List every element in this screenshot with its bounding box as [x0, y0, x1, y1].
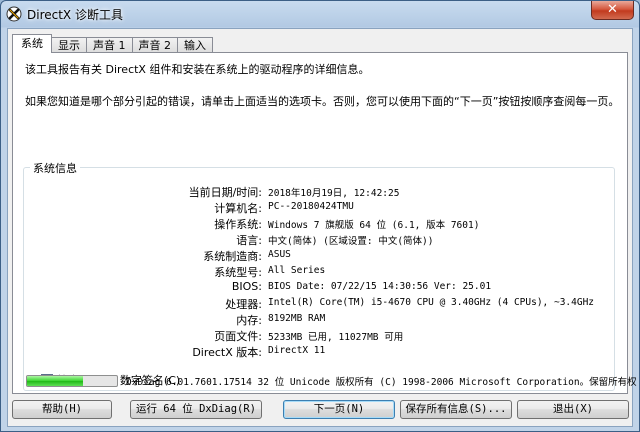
save-all-info-button[interactable]: 保存所有信息(S)... [400, 400, 512, 419]
info-row-computer-name: 计算机名: PC--20180424TMU [24, 200, 614, 216]
info-value: PC--20180424TMU [268, 201, 354, 212]
info-value: ASUS [268, 249, 291, 260]
client-area: 系统 显示 声音 1 声音 2 输入 该工具报告有关 DirectX 组件和安装… [7, 28, 637, 427]
info-row-os: 操作系统: Windows 7 旗舰版 64 位 (6.1, 版本 7601) [24, 216, 614, 232]
tab-system[interactable]: 系统 [12, 34, 52, 53]
info-value: All Series [268, 265, 326, 276]
help-button[interactable]: 帮助(H) [12, 400, 112, 419]
dxdiag-window: DirectX 诊断工具 ✕ 系统 显示 声音 1 声音 2 输入 该工具报告有… [0, 0, 640, 432]
close-button[interactable]: ✕ [591, 1, 634, 20]
info-label: 语言: [236, 234, 262, 247]
info-value: Windows 7 旗舰版 64 位 (6.1, 版本 7601) [268, 220, 480, 231]
info-value: 5233MB 已用, 11027MB 可用 [268, 332, 404, 343]
info-label: 页面文件: [214, 330, 262, 343]
info-label: 操作系统: [214, 218, 262, 231]
system-info-title: 系统信息 [30, 160, 80, 176]
info-row-manufacturer: 系统制造商: ASUS [24, 248, 614, 264]
info-row-bios: BIOS: BIOS Date: 07/22/15 14:30:56 Ver: … [24, 280, 614, 296]
info-label: 处理器: [225, 298, 262, 311]
tab-display[interactable]: 显示 [51, 37, 87, 53]
info-row-processor: 处理器: Intel(R) Core(TM) i5-4670 CPU @ 3.4… [24, 296, 614, 312]
tab-sound-2[interactable]: 声音 2 [131, 37, 178, 53]
info-label: 系统型号: [214, 266, 262, 279]
next-page-button[interactable]: 下一页(N) [283, 400, 395, 419]
info-label: 内存: [236, 314, 262, 327]
progress-bar [26, 375, 118, 387]
intro-text-1: 该工具报告有关 DirectX 组件和安装在系统上的驱动程序的详细信息。 [25, 63, 370, 76]
info-row-page-file: 页面文件: 5233MB 已用, 11027MB 可用 [24, 328, 614, 344]
info-row-datetime: 当前日期/时间: 2018年10月19日, 12:42:25 [24, 184, 614, 200]
info-row-language: 语言: 中文(简体) (区域设置: 中文(简体)) [24, 232, 614, 248]
info-row-memory: 内存: 8192MB RAM [24, 312, 614, 328]
tab-sound-1[interactable]: 声音 1 [86, 37, 133, 53]
info-value: DirectX 11 [268, 345, 326, 356]
run-64bit-dxdiag-button[interactable]: 运行 64 位 DxDiag(R) [130, 400, 262, 419]
directx-logo-icon [6, 6, 22, 22]
tab-strip: 系统 显示 声音 1 声音 2 输入 [12, 33, 213, 53]
exit-button[interactable]: 退出(X) [517, 400, 629, 419]
info-row-directx-version: DirectX 版本: DirectX 11 [24, 344, 614, 360]
copyright-text: DxDiag 6.01.7601.17514 32 位 Unicode 版权所有… [126, 377, 637, 388]
info-label: 计算机名: [214, 202, 262, 215]
info-label: 当前日期/时间: [188, 186, 262, 199]
system-info-group: 系统信息 当前日期/时间: 2018年10月19日, 12:42:25 计算机名… [23, 160, 615, 391]
info-value: 2018年10月19日, 12:42:25 [268, 188, 400, 199]
info-value: BIOS Date: 07/22/15 14:30:56 Ver: 25.01 [268, 281, 492, 292]
title-bar[interactable]: DirectX 诊断工具 ✕ [1, 1, 639, 28]
info-value: 中文(简体) (区域设置: 中文(简体)) [268, 236, 434, 247]
progress-fill [27, 376, 83, 386]
tab-input[interactable]: 输入 [177, 37, 213, 53]
info-row-model: 系统型号: All Series [24, 264, 614, 280]
info-label: BIOS: [231, 280, 262, 293]
system-tab-panel: 该工具报告有关 DirectX 组件和安装在系统上的驱动程序的详细信息。 如果您… [12, 52, 628, 394]
info-label: DirectX 版本: [192, 346, 262, 359]
window-title: DirectX 诊断工具 [27, 8, 123, 22]
info-value: 8192MB RAM [268, 313, 326, 324]
intro-text-2: 如果您知道是哪个部分引起的错误，请单击上面适当的选项卡。否则，您可以使用下面的“… [25, 95, 620, 108]
info-value: Intel(R) Core(TM) i5-4670 CPU @ 3.40GHz … [268, 297, 595, 308]
info-label: 系统制造商: [203, 250, 262, 263]
